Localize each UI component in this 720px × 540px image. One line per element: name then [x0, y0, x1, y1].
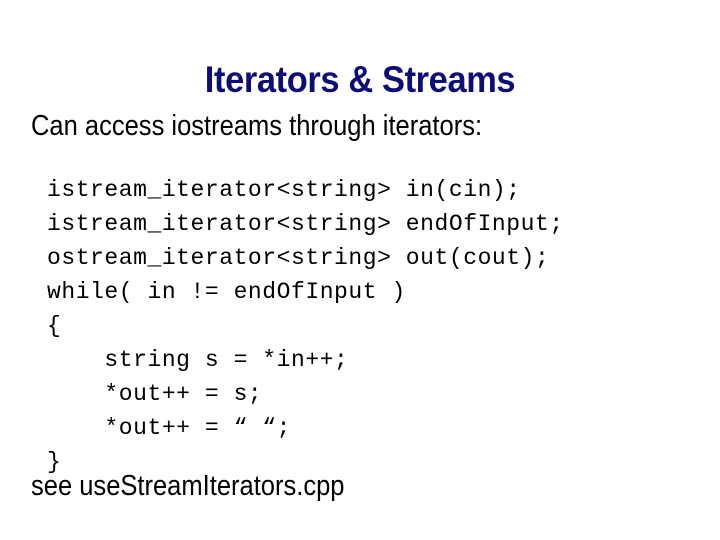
code-block: istream_iterator<string> in(cin); istream… [47, 173, 564, 479]
page-title: Iterators & Streams [204, 58, 516, 100]
lead-in-text: Can access iostreams through iterators: [31, 110, 483, 142]
code-line: while( in != endOfInput ) [47, 279, 406, 305]
code-line: string s = *in++; [47, 347, 349, 373]
code-line: istream_iterator<string> in(cin); [47, 177, 521, 203]
source-file-reference: see useStreamIterators.cpp [31, 470, 345, 502]
code-line: ostream_iterator<string> out(cout); [47, 245, 550, 271]
code-line: { [47, 313, 62, 339]
code-line: *out++ = s; [47, 381, 263, 407]
code-line: istream_iterator<string> endOfInput; [47, 211, 564, 237]
slide-canvas: Iterators & Streams Can access iostreams… [0, 0, 720, 540]
code-line: *out++ = “ “; [47, 415, 291, 441]
